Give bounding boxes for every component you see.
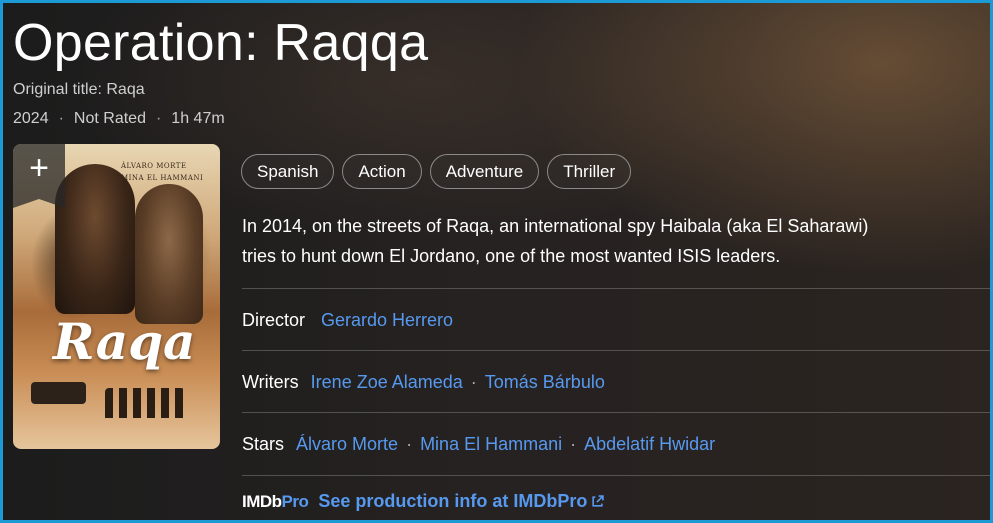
poster-logo: Raqa [53, 312, 196, 371]
director-link[interactable]: Gerardo Herrero [321, 310, 453, 331]
meta-separator: · [58, 110, 64, 127]
imdbpro-link-label: See production info at IMDbPro [318, 491, 588, 511]
imdbpro-row: IMDbPro See production info at IMDbPro [242, 475, 990, 520]
title-overview-panel: Operation: Raqqa Original title: Raqa 20… [0, 0, 993, 523]
meta-separator: · [155, 110, 162, 127]
release-year[interactable]: 2024 [13, 110, 49, 128]
genre-chip[interactable]: Action [342, 154, 422, 189]
director-row: Director Gerardo Herrero [242, 288, 990, 351]
imdbpro-link[interactable]: See production info at IMDbPro [318, 491, 605, 512]
original-title: Original title: Raqa [13, 81, 145, 98]
writer-link[interactable]: Irene Zoe Alameda [311, 372, 463, 393]
stars-label: Stars [242, 433, 285, 454]
poster-figure [135, 184, 203, 324]
plus-icon: + [29, 149, 49, 187]
poster-figures [105, 388, 185, 418]
plot-summary: In 2014, on the streets of Raqa, an inte… [242, 216, 869, 266]
poster-credits: ÁLVARO MORTE MINA EL HAMMANI [121, 162, 204, 182]
writer-link[interactable]: Tomás Bárbulo [485, 372, 605, 393]
genre-chip[interactable]: Spanish [241, 154, 335, 189]
star-link[interactable]: Álvaro Morte [296, 434, 398, 455]
title-meta: 2024 · Not Rated · 1h 47m [13, 110, 225, 128]
credit-separator: · [570, 433, 577, 454]
poster-figure [55, 164, 135, 314]
add-to-watchlist-button[interactable]: + [13, 144, 65, 208]
genre-chip[interactable]: Thriller [547, 154, 632, 189]
director-label: Director [242, 309, 306, 330]
star-link[interactable]: Abdelatif Hwidar [584, 434, 715, 455]
external-link-icon [592, 495, 605, 507]
credit-separator: · [470, 371, 477, 392]
stars-row: Stars Álvaro Morte · Mina El Hammani · A… [242, 412, 990, 475]
credit-separator: · [406, 433, 413, 454]
poster-vehicle [31, 382, 86, 404]
writers-label: Writers [242, 371, 299, 392]
genre-chip[interactable]: Adventure [429, 154, 540, 189]
genre-chips: Spanish Action Adventure Thriller [241, 154, 632, 189]
imdbpro-logo[interactable]: IMDbPro [242, 492, 309, 512]
star-link[interactable]: Mina El Hammani [420, 434, 562, 455]
content-rating[interactable]: Not Rated [74, 110, 146, 128]
writers-row: Writers Irene Zoe Alameda · Tomás Bárbul… [242, 350, 990, 413]
runtime: 1h 47m [171, 110, 225, 127]
page-title: Operation: Raqqa [13, 14, 429, 72]
